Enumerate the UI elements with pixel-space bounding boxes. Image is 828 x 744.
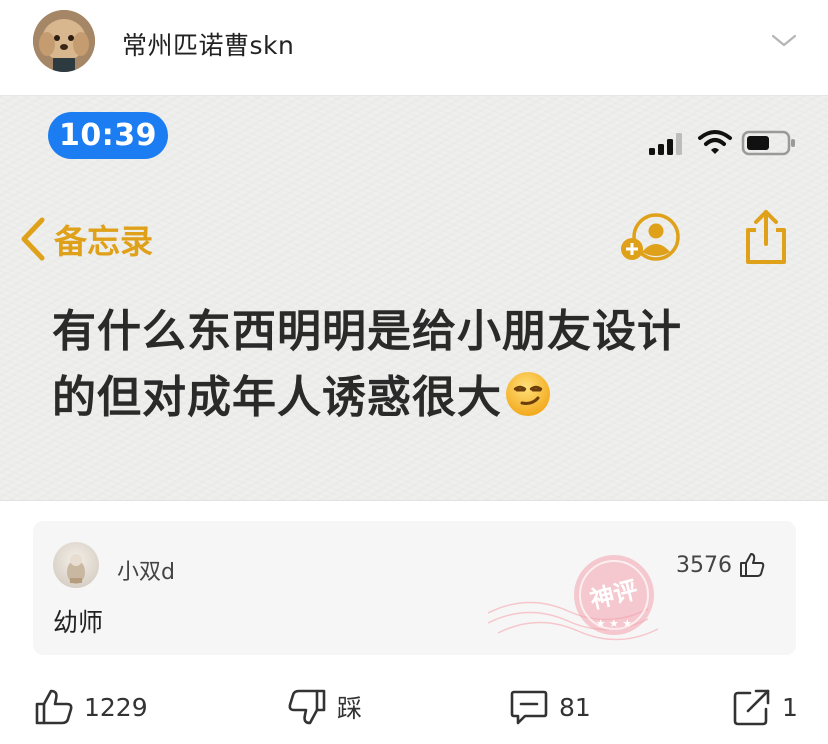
svg-text:★ ★ ★: ★ ★ ★ — [596, 617, 633, 630]
comment-like-count: 3576 — [676, 552, 732, 578]
note-content: 有什么东西明明是给小朋友设计 的但对成年人诱惑很大 — [52, 299, 772, 431]
wifi-icon — [698, 130, 732, 154]
thumbs-down-icon — [288, 689, 326, 725]
status-time: 10:39 — [48, 112, 168, 159]
note-line-2: 的但对成年人诱惑很大 — [52, 372, 502, 423]
back-button[interactable]: 备忘录 — [18, 214, 153, 264]
like-count: 1229 — [84, 692, 148, 722]
comment-like-button[interactable]: 3576 — [676, 551, 766, 579]
post-image[interactable]: 10:39 备忘录 有什么东西明明是给小朋友设计 的但对成年人诱惑很大 — [0, 95, 828, 501]
note-line-1: 有什么东西明明是给小朋友设计 — [52, 306, 682, 357]
comment-count: 81 — [559, 692, 591, 722]
thumbs-up-icon — [35, 689, 73, 725]
comment-bubble-icon — [510, 690, 548, 725]
thumbs-up-icon — [740, 553, 765, 577]
post-header: 常州匹诺曹skn — [0, 0, 828, 86]
comment-avatar[interactable] — [53, 542, 99, 588]
back-label: 备忘录 — [54, 222, 153, 261]
top-comment[interactable]: 神评 ★ ★ ★ 小双d 3576 幼师 — [33, 521, 796, 655]
like-button[interactable]: 1229 — [34, 680, 148, 734]
chevron-down-icon[interactable] — [770, 30, 798, 50]
add-person-icon[interactable] — [618, 212, 682, 264]
comment-button[interactable]: 81 — [509, 680, 591, 734]
user-avatar[interactable] — [33, 10, 95, 72]
smirk-emoji-icon — [506, 372, 550, 416]
share-arrow-icon — [733, 689, 770, 726]
post-username[interactable]: 常州匹诺曹skn — [122, 26, 294, 62]
share-icon[interactable] — [742, 208, 790, 266]
dislike-button[interactable]: 踩 — [287, 680, 362, 734]
doll-avatar-icon — [67, 554, 85, 584]
comment-text: 幼师 — [53, 608, 104, 637]
note-line-2-wrap: 的但对成年人诱惑很大 — [52, 365, 772, 431]
battery-icon — [741, 130, 795, 156]
back-chevron-icon — [21, 217, 45, 261]
dog-avatar-icon — [33, 10, 95, 72]
dislike-label: 踩 — [337, 694, 363, 723]
share-count: 1 — [782, 692, 798, 722]
comment-author[interactable]: 小双d — [117, 554, 175, 586]
signal-icon — [649, 133, 682, 155]
share-button[interactable]: 1 — [732, 680, 798, 734]
action-bar: 1229 踩 81 1 — [0, 680, 828, 734]
